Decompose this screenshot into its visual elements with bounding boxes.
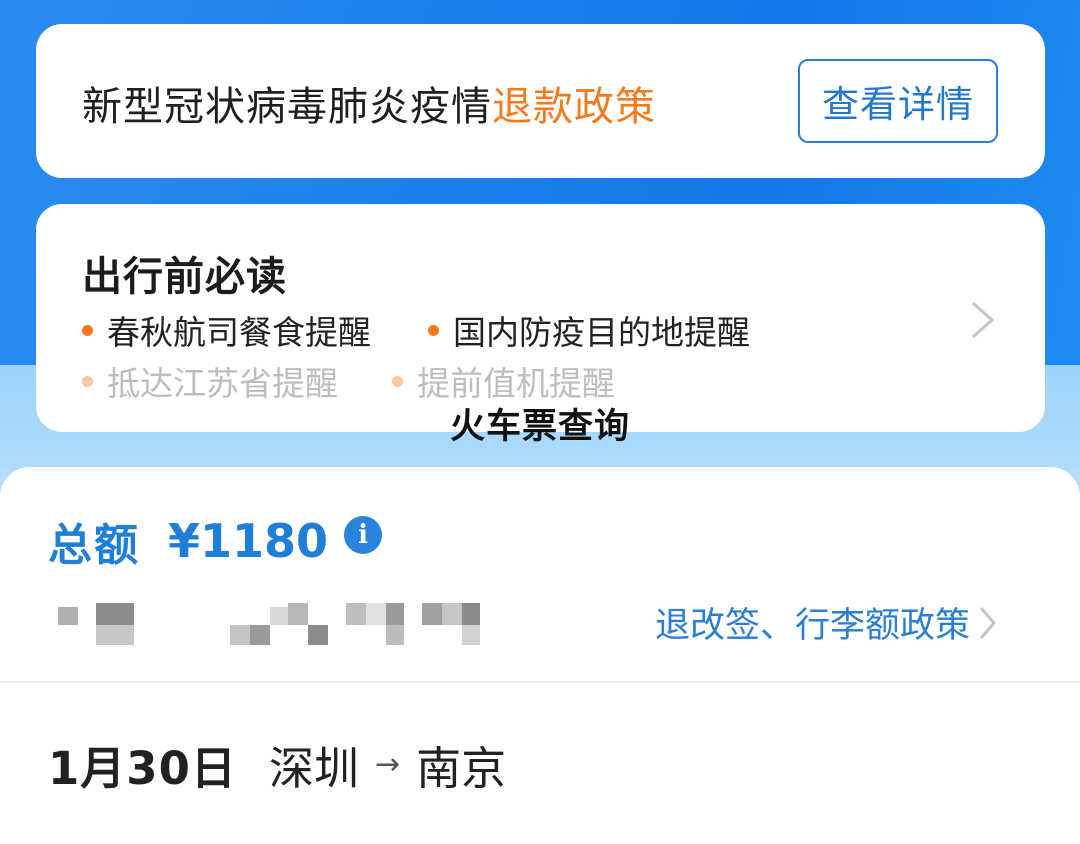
chevron-right-icon: [980, 607, 996, 638]
order-summary-card: 总额 ¥1180 i 退改签、行李额政策 1月30日 深圳 → 南京: [0, 467, 1080, 844]
bullet-dot-icon: [392, 375, 403, 387]
bullet-dot-icon: [428, 324, 439, 336]
overlay-title: 火车票查询: [449, 407, 630, 447]
total-amount: ¥1180: [168, 514, 329, 568]
trip-summary: 1月30日 深圳 → 南京: [48, 732, 506, 797]
travel-tips-title: 出行前必读: [82, 254, 287, 300]
tip-label: 国内防疫目的地提醒: [453, 313, 750, 352]
total-label: 总额: [48, 520, 140, 571]
view-details-button[interactable]: 查看详情: [798, 59, 998, 143]
tip-item[interactable]: 国内防疫目的地提醒: [428, 306, 750, 354]
info-icon[interactable]: i: [344, 516, 383, 554]
total-row: 总额 ¥1180 i: [48, 509, 383, 573]
policy-link-label: 退改签、行李额政策: [655, 606, 971, 646]
departure-city: 深圳: [268, 742, 359, 795]
refund-notice-text: 新型冠状病毒肺炎疫情退款政策: [82, 74, 656, 132]
baggage-policy-link[interactable]: 退改签、行李额政策: [655, 597, 998, 648]
arrow-right-icon: →: [374, 747, 401, 782]
arrival-city: 南京: [416, 742, 507, 795]
bullet-dot-icon: [82, 324, 93, 336]
notice-main-text: 新型冠状病毒肺炎疫情: [82, 84, 492, 130]
chevron-right-icon[interactable]: [968, 300, 998, 340]
trip-date: 1月30日: [48, 742, 237, 795]
refund-notice-card: 新型冠状病毒肺炎疫情退款政策 查看详情: [36, 24, 1045, 178]
tip-item[interactable]: 春秋航司餐食提醒: [82, 306, 371, 354]
tip-label: 春秋航司餐食提醒: [107, 313, 371, 352]
divider: [0, 681, 1080, 683]
notice-highlight-text: 退款政策: [492, 84, 656, 130]
bullet-dot-icon: [82, 375, 93, 387]
